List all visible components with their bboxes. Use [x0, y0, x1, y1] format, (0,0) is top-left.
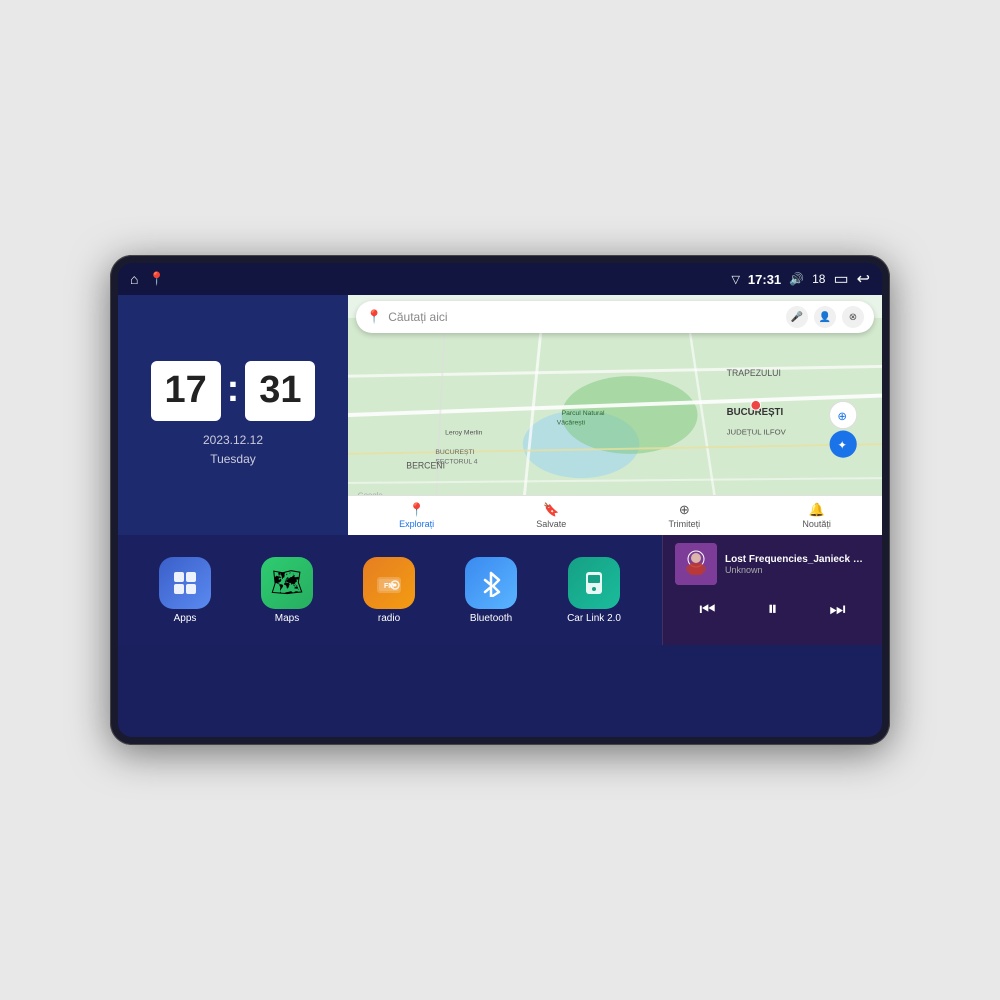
music-player: Lost Frequencies_Janieck Devy-... Unknow… [662, 535, 882, 645]
back-icon[interactable]: ↩ [857, 269, 870, 289]
bluetooth-icon [465, 557, 517, 609]
salvate-icon: 🔖 [543, 502, 559, 518]
salvate-label: Salvate [536, 519, 566, 529]
carlink-icon [568, 557, 620, 609]
volume-icon: 🔊 [789, 272, 804, 286]
map-widget[interactable]: TRAPEZULUI BUCUREȘTI JUDEȚUL ILFOV BERCE… [348, 295, 882, 535]
status-time: 17:31 [748, 272, 781, 287]
clock-widget: 17 : 31 2023.12.12 Tuesday [118, 295, 348, 535]
top-section: 17 : 31 2023.12.12 Tuesday [118, 295, 882, 535]
voice-search-icon[interactable]: 🎤 [786, 306, 808, 328]
map-pin-icon: 📍 [366, 309, 382, 325]
app-item-radio[interactable]: FM radio [363, 557, 415, 624]
carlink-label: Car Link 2.0 [567, 613, 621, 624]
svg-text:Leroy Merlin: Leroy Merlin [445, 429, 483, 436]
clock-digits: 17 : 31 [151, 361, 316, 421]
apps-section: Apps 🗺 Maps FM [118, 535, 662, 645]
svg-text:⊕: ⊕ [837, 410, 847, 423]
music-artist: Unknown [725, 565, 870, 575]
music-text: Lost Frequencies_Janieck Devy-... Unknow… [725, 554, 870, 575]
prev-button[interactable]: ⏮ [690, 591, 726, 627]
app-item-bluetooth[interactable]: Bluetooth [465, 557, 517, 624]
music-title: Lost Frequencies_Janieck Devy-... [725, 554, 870, 565]
clock-colon: : [227, 370, 240, 408]
music-thumbnail [675, 543, 717, 585]
bluetooth-label: Bluetooth [470, 613, 512, 624]
explorati-label: Explorați [399, 519, 434, 529]
maps-label: Maps [275, 613, 299, 624]
trimiteti-icon: ⊕ [679, 502, 690, 518]
map-tab-salvate[interactable]: 🔖 Salvate [536, 502, 566, 529]
music-info-row: Lost Frequencies_Janieck Devy-... Unknow… [675, 543, 870, 585]
svg-text:TRAPEZULUI: TRAPEZULUI [727, 368, 781, 378]
noutati-icon: 🔔 [809, 502, 825, 518]
car-screen: ⌂ 📍 ▽ 17:31 🔊 18 ▭ ↩ 17 : [118, 263, 882, 737]
maps-icon[interactable]: 📍 [148, 271, 164, 287]
clock-date: 2023.12.12 Tuesday [203, 431, 263, 469]
clock-minute: 31 [245, 361, 315, 421]
map-tab-explorati[interactable]: 📍 Explorați [399, 502, 434, 529]
app-item-apps[interactable]: Apps [159, 557, 211, 624]
app-item-maps[interactable]: 🗺 Maps [261, 557, 313, 624]
clock-hour: 17 [151, 361, 221, 421]
battery-icon: ▭ [833, 269, 848, 289]
status-bar: ⌂ 📍 ▽ 17:31 🔊 18 ▭ ↩ [118, 263, 882, 295]
svg-text:BUCUREȘTI: BUCUREȘTI [435, 449, 474, 456]
svg-text:JUDEȚUL ILFOV: JUDEȚUL ILFOV [727, 427, 787, 436]
status-right-info: ▽ 17:31 🔊 18 ▭ ↩ [731, 269, 870, 289]
home-icon[interactable]: ⌂ [130, 271, 138, 287]
signal-icon: ▽ [731, 273, 739, 286]
app-item-carlink[interactable]: Car Link 2.0 [567, 557, 621, 624]
svg-text:Văcărești: Văcărești [557, 420, 586, 427]
status-left-icons: ⌂ 📍 [130, 271, 165, 287]
play-pause-button[interactable]: ⏸ [755, 591, 791, 627]
map-bottom-tabs: 📍 Explorați 🔖 Salvate ⊕ Trimiteți 🔔 [348, 495, 882, 535]
map-search-bar[interactable]: 📍 Căutați aici 🎤 👤 ⊗ [356, 301, 874, 333]
maps-icon: 🗺 [261, 557, 313, 609]
svg-text:✦: ✦ [837, 439, 847, 452]
music-controls: ⏮ ⏸ ⏭ [675, 591, 870, 627]
volume-level: 18 [812, 272, 825, 286]
next-button[interactable]: ⏭ [820, 591, 856, 627]
radio-label: radio [378, 613, 400, 624]
trimiteti-label: Trimiteți [669, 519, 701, 529]
noutati-label: Noutăți [802, 519, 831, 529]
map-search-icons: 🎤 👤 ⊗ [786, 306, 864, 328]
map-search-placeholder: Căutați aici [388, 310, 780, 324]
main-area: 17 : 31 2023.12.12 Tuesday [118, 295, 882, 737]
account-icon[interactable]: 👤 [814, 306, 836, 328]
svg-text:SECTORUL 4: SECTORUL 4 [435, 459, 477, 466]
map-tab-trimiteti[interactable]: ⊕ Trimiteți [669, 502, 701, 529]
map-tab-noutati[interactable]: 🔔 Noutăți [802, 502, 831, 529]
radio-icon: FM [363, 557, 415, 609]
apps-icon [159, 557, 211, 609]
svg-text:Parcul Natural: Parcul Natural [562, 410, 605, 417]
car-head-unit: ⌂ 📍 ▽ 17:31 🔊 18 ▭ ↩ 17 : [110, 255, 890, 745]
apps-label: Apps [174, 613, 197, 624]
bottom-section: Apps 🗺 Maps FM [118, 535, 882, 645]
explorati-icon: 📍 [409, 502, 425, 518]
layers-icon[interactable]: ⊗ [842, 306, 864, 328]
